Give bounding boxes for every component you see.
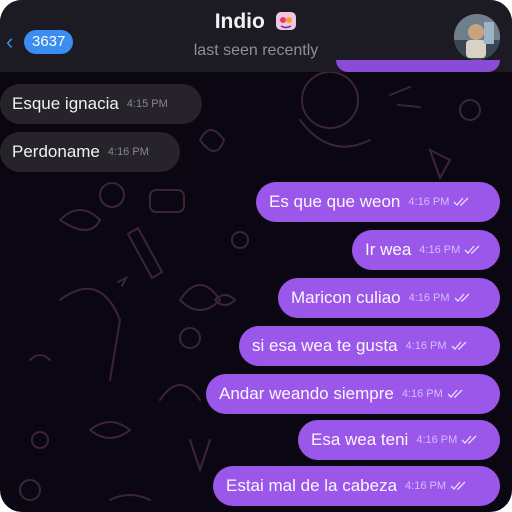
previous-outgoing-bubble: [336, 60, 500, 72]
message-text: Esa wea teni: [311, 430, 409, 449]
message-bubble-outgoing[interactable]: Estai mal de la cabeza 4:16 PM: [213, 466, 500, 506]
message-bubble-outgoing[interactable]: Andar weando siempre 4:16 PM: [206, 374, 500, 414]
read-double-check-icon: [461, 435, 477, 444]
read-double-check-icon: [447, 389, 463, 398]
contact-avatar[interactable]: [454, 14, 500, 60]
message-time: 4:16 PM: [416, 434, 458, 446]
sticker-emoji-icon: [276, 12, 297, 30]
message-time: 4:15 PM: [126, 98, 168, 110]
message-bubble-outgoing[interactable]: Es que que weon 4:16 PM: [256, 182, 500, 222]
read-double-check-icon: [464, 245, 480, 254]
message-bubble-outgoing[interactable]: Esa wea teni 4:16 PM: [298, 420, 500, 460]
message-text: Estai mal de la cabeza: [226, 476, 398, 495]
message-text: Esque ignacia: [12, 94, 119, 113]
message-time: 4:16 PM: [405, 340, 447, 352]
chat-screen: ‹ 3637 Indio last seen recently Esque ig…: [0, 0, 512, 512]
message-bubble-incoming[interactable]: Esque ignacia 4:15 PM: [0, 84, 202, 124]
message-bubble-outgoing[interactable]: Ir wea 4:16 PM: [352, 230, 500, 270]
message-text: Perdoname: [12, 142, 100, 161]
read-double-check-icon: [450, 481, 466, 490]
message-text: si esa wea te gusta: [252, 336, 398, 355]
message-time: 4:16 PM: [419, 244, 461, 256]
read-double-check-icon: [451, 341, 466, 350]
message-text: Maricon culiao: [291, 288, 401, 307]
contact-title[interactable]: Indio: [0, 10, 512, 34]
message-bubble-outgoing[interactable]: Maricon culiao 4:16 PM: [278, 278, 500, 318]
message-time: 4:16 PM: [408, 196, 450, 208]
message-bubble-incoming[interactable]: Perdoname 4:16 PM: [0, 132, 180, 172]
read-double-check-icon: [453, 197, 469, 206]
message-bubble-outgoing[interactable]: si esa wea te gusta 4:16 PM: [239, 326, 500, 366]
read-double-check-icon: [454, 293, 470, 302]
message-time: 4:16 PM: [408, 292, 450, 304]
message-time: 4:16 PM: [401, 388, 443, 400]
message-text: Andar weando siempre: [219, 384, 394, 403]
message-text: Ir wea: [365, 240, 412, 259]
message-time: 4:16 PM: [405, 480, 447, 492]
contact-status: last seen recently: [193, 42, 319, 59]
message-text: Es que que weon: [269, 192, 401, 211]
contact-name: Indio: [214, 10, 265, 33]
avatar-photo: [454, 14, 500, 60]
message-time: 4:16 PM: [107, 146, 149, 158]
